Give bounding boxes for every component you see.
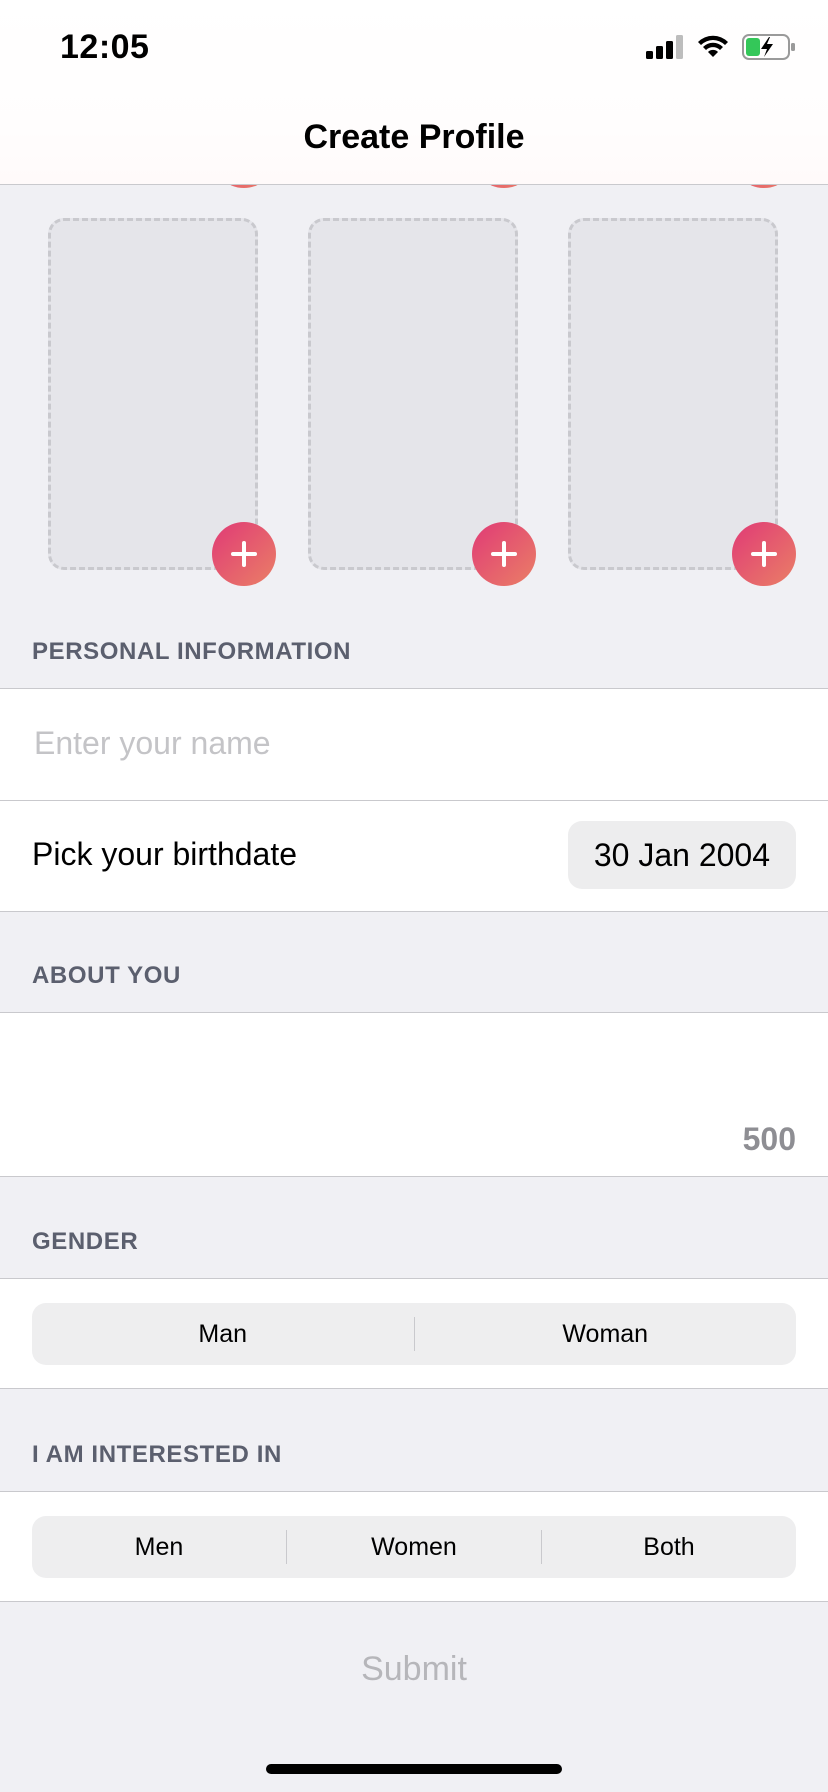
status-icons — [646, 34, 796, 60]
section-header-about: ABOUT YOU — [32, 962, 181, 989]
add-photo-button-1[interactable] — [212, 522, 276, 586]
about-textarea[interactable]: 500 — [0, 1012, 828, 1177]
gender-option-woman[interactable]: Woman — [415, 1320, 797, 1349]
birthdate-picker[interactable]: 30 Jan 2004 — [567, 821, 796, 889]
battery-charging-icon — [742, 34, 795, 60]
interest-option-both[interactable]: Both — [542, 1533, 796, 1562]
signal-icon — [646, 35, 683, 59]
navigation-header: 12:05 Create Profile — [0, 0, 828, 185]
gender-segmented-control: Man Woman — [32, 1303, 796, 1365]
plus-icon — [751, 541, 777, 567]
gender-group: Man Woman — [0, 1278, 828, 1389]
name-input[interactable] — [32, 717, 796, 769]
section-header-interest: I AM INTERESTED IN — [32, 1441, 282, 1468]
add-photo-button-3[interactable] — [732, 522, 796, 586]
photo-slot-4[interactable] — [48, 218, 258, 570]
add-photo-button-2[interactable] — [472, 522, 536, 586]
plus-icon — [231, 541, 257, 567]
gender-option-man[interactable]: Man — [32, 1320, 414, 1349]
wifi-icon — [698, 35, 728, 57]
interest-group: Men Women Both — [0, 1491, 828, 1602]
personal-info-group: Pick your birthdate 30 Jan 2004 — [0, 688, 828, 912]
photo-slot-6[interactable] — [568, 218, 778, 570]
character-counter: 500 — [742, 1121, 796, 1157]
section-header-personal: PERSONAL INFORMATION — [32, 638, 352, 665]
status-time: 12:05 — [60, 28, 150, 66]
interest-segmented-control: Men Women Both — [32, 1516, 796, 1578]
interest-option-men[interactable]: Men — [32, 1533, 286, 1562]
submit-button[interactable]: Submit — [0, 1650, 828, 1689]
photo-slot-5[interactable] — [308, 218, 518, 570]
plus-icon — [491, 541, 517, 567]
birthdate-label: Pick your birthdate — [32, 836, 298, 872]
birthdate-row: Pick your birthdate 30 Jan 2004 — [0, 801, 828, 911]
interest-option-women[interactable]: Women — [287, 1533, 541, 1562]
home-indicator[interactable] — [266, 1764, 562, 1774]
section-header-gender: GENDER — [32, 1228, 139, 1255]
page-title: Create Profile — [303, 118, 525, 156]
